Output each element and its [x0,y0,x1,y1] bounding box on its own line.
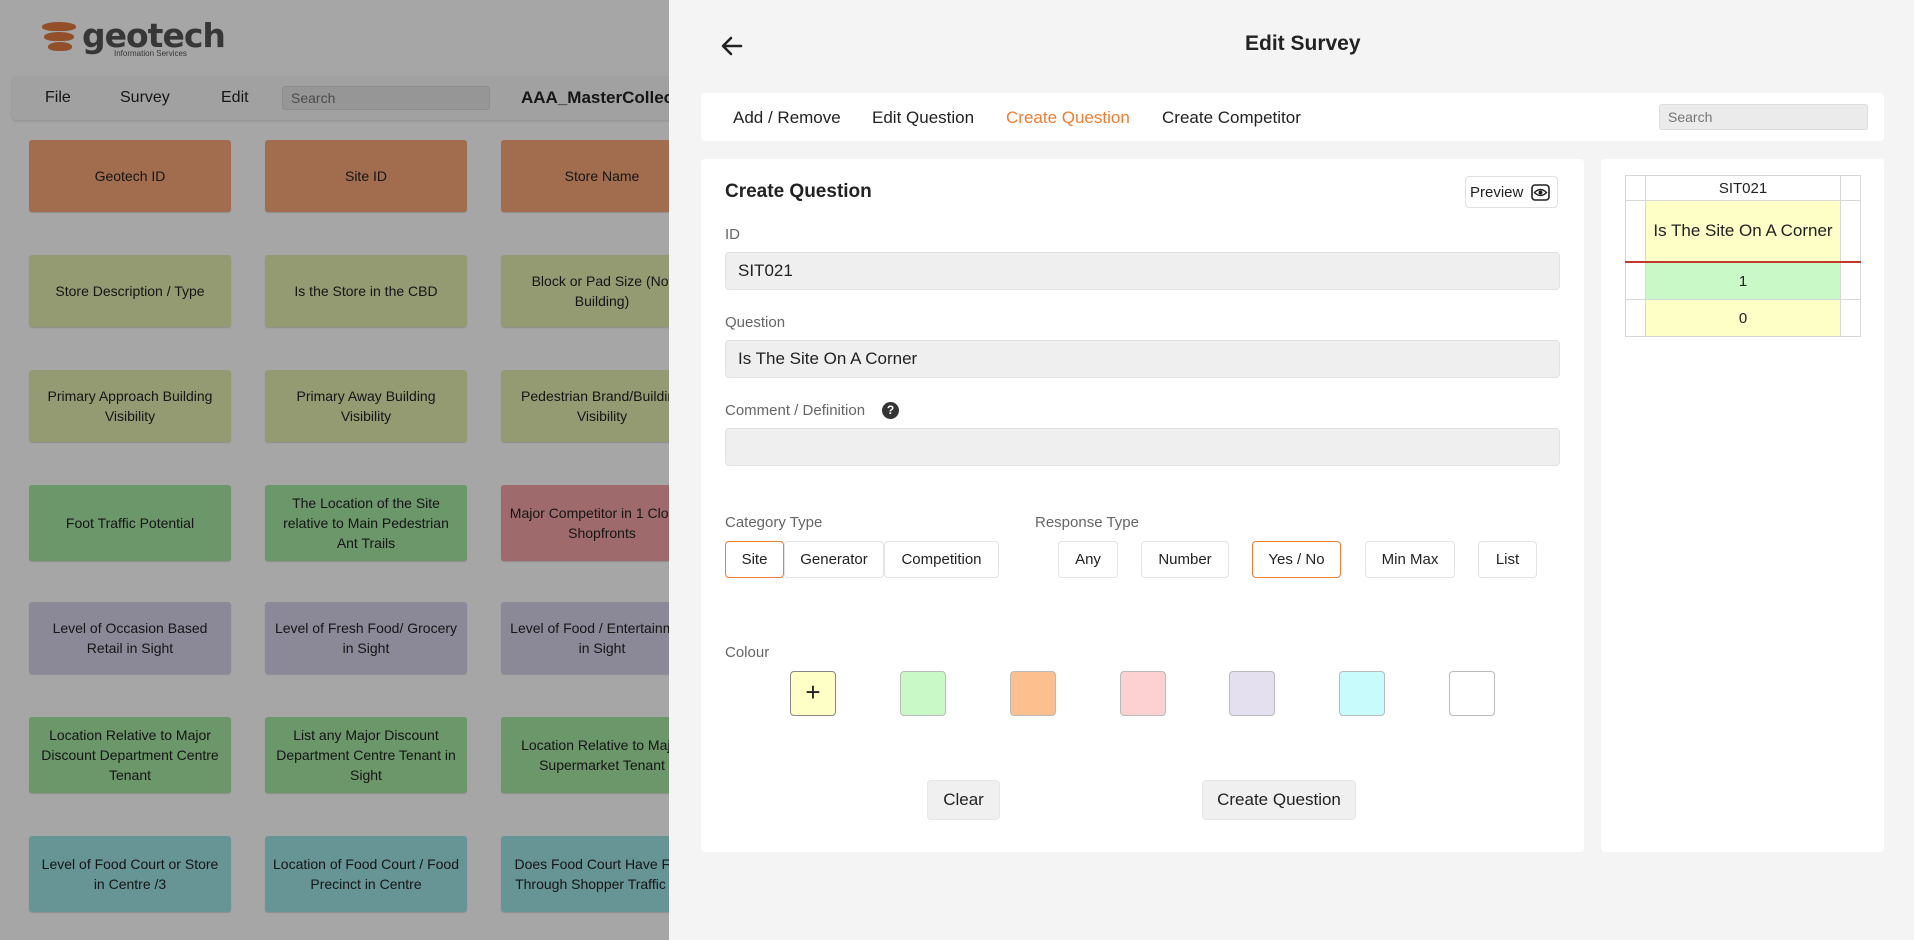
question-field[interactable] [725,340,1560,378]
response-min-max-button[interactable]: Min Max [1365,541,1455,578]
add-icon: + [805,677,821,707]
category-type-label: Category Type [725,514,823,531]
preview-header-row: SIT021 [1625,175,1861,201]
preview-question: Is The Site On A Corner [1645,200,1841,263]
category-generator-button[interactable]: Generator [784,541,884,578]
colour-label: Colour [725,644,770,661]
help-icon[interactable]: ? [882,402,899,419]
colour-swatch-cyan[interactable] [1339,671,1385,716]
response-any-button[interactable]: Any [1058,541,1118,578]
preview-label: Preview [1470,183,1524,201]
tab-edit-question[interactable]: Edit Question [872,108,974,128]
modal-backdrop[interactable] [0,0,669,940]
tab-add-remove[interactable]: Add / Remove [733,108,841,128]
id-field[interactable] [725,252,1560,290]
question-label: Question [725,314,786,331]
comment-label: Comment / Definition [725,402,866,419]
drawer-title: Edit Survey [1245,32,1361,55]
back-arrow-icon[interactable] [715,29,749,63]
category-site-button[interactable]: Site [725,541,784,578]
drawer-search-input[interactable] [1659,104,1868,130]
id-label: ID [725,226,740,243]
colour-swatch-lavender[interactable] [1229,671,1275,716]
preview-no-row: 0 [1625,299,1861,337]
colour-swatch-green[interactable] [900,671,946,716]
clear-button[interactable]: Clear [927,780,1000,820]
create-question-button[interactable]: Create Question [1202,780,1356,820]
tab-create-competitor[interactable]: Create Competitor [1162,108,1301,128]
response-number-button[interactable]: Number [1141,541,1229,578]
colour-swatch-pink[interactable] [1120,671,1166,716]
tab-create-question[interactable]: Create Question [1006,108,1130,128]
preview-yes-value: 1 [1645,261,1841,300]
card-title: Create Question [725,181,872,202]
comment-field[interactable] [725,428,1560,466]
preview-no-value: 0 [1645,299,1841,337]
preview-question-row: Is The Site On A Corner [1625,200,1861,263]
category-competition-button[interactable]: Competition [884,541,999,578]
preview-yes-row: 1 [1625,261,1861,300]
colour-swatch-orange[interactable] [1010,671,1056,716]
preview-eye-icon [1531,184,1550,201]
colour-swatch-white[interactable] [1449,671,1495,716]
preview-id: SIT021 [1645,175,1841,201]
preview-button[interactable]: Preview [1465,176,1558,208]
response-list-button[interactable]: List [1478,541,1537,578]
preview-table: SIT021 Is The Site On A Corner 1 0 [1625,175,1861,337]
response-type-label: Response Type [1035,514,1139,531]
response-yes-no-button[interactable]: Yes / No [1252,541,1341,578]
colour-swatch-yellow[interactable]: + [790,671,836,716]
